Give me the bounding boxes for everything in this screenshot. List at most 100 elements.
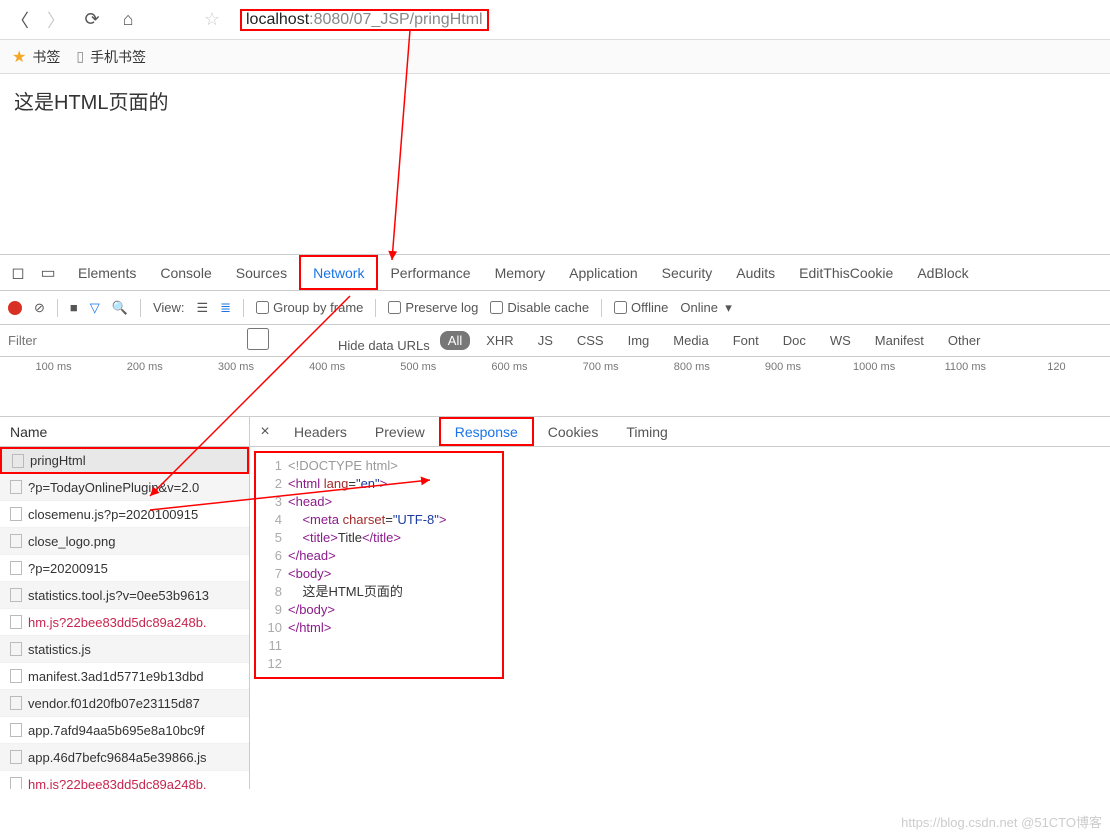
timeline-tick: 900 ms (737, 361, 828, 416)
file-icon (10, 507, 22, 521)
record-icon[interactable] (8, 301, 22, 315)
hide-data-urls-checkbox[interactable]: Hide data URLs (178, 328, 430, 353)
request-row[interactable]: app.46d7befc9684a5e39866.js (0, 744, 249, 771)
request-name: closemenu.js?p=2020100915 (28, 507, 198, 522)
request-row[interactable]: hm.js?22bee83dd5dc89a248b. (0, 771, 249, 789)
file-icon (10, 723, 22, 737)
url-rest: :8080/07_JSP/pringHtml (309, 11, 482, 28)
request-row[interactable]: statistics.tool.js?v=0ee53b9613 (0, 582, 249, 609)
bookmark-label: 书签 (32, 47, 60, 67)
filter-chip-css[interactable]: CSS (569, 331, 612, 350)
preserve-log-checkbox[interactable]: Preserve log (388, 300, 478, 315)
devtools-tab-adblock[interactable]: AdBlock (905, 255, 980, 290)
request-list-header: Name (0, 417, 249, 447)
request-name: hm.js?22bee83dd5dc89a248b. (28, 615, 207, 630)
watermark: https://blog.csdn.net @51CTO博客 (901, 812, 1102, 831)
file-icon (10, 669, 22, 683)
filter-chip-manifest[interactable]: Manifest (867, 331, 932, 350)
devtools-tab-audits[interactable]: Audits (724, 255, 787, 290)
request-name: ?p=20200915 (28, 561, 108, 576)
request-row[interactable]: app.7afd94aa5b695e8a10bc9f (0, 717, 249, 744)
filter-chip-font[interactable]: Font (725, 331, 767, 350)
filter-chip-js[interactable]: JS (530, 331, 561, 350)
devtools-tab-performance[interactable]: Performance (378, 255, 482, 290)
offline-checkbox[interactable]: Offline (614, 300, 668, 315)
devtools-tab-security[interactable]: Security (650, 255, 725, 290)
request-row[interactable]: vendor.f01d20fb07e23115d87 (0, 690, 249, 717)
forward-icon[interactable]: 〉 (42, 6, 70, 34)
network-split: Name pringHtml ?p=TodayOnlinePlugin&v=2.0… (0, 417, 1110, 789)
online-select[interactable]: Online ▾ (680, 300, 731, 316)
view-label: View: (153, 300, 185, 315)
request-name: pringHtml (30, 453, 86, 468)
clear-icon[interactable]: ⊘ (34, 300, 45, 316)
filter-chip-all[interactable]: All (440, 331, 470, 350)
url-bar[interactable]: localhost:8080/07_JSP/pringHtml (234, 6, 1104, 34)
file-icon (10, 642, 22, 656)
filter-chip-img[interactable]: Img (620, 331, 658, 350)
filter-input[interactable] (8, 330, 168, 352)
browser-nav-bar: 〈 〉 ⟳ ⌂ ☆ localhost:8080/07_JSP/pringHtm… (0, 0, 1110, 40)
request-row[interactable]: closemenu.js?p=2020100915 (0, 501, 249, 528)
inspect-icon[interactable]: ◻ (6, 263, 30, 283)
request-row[interactable]: manifest.3ad1d5771e9b13dbd (0, 663, 249, 690)
url-host: localhost (246, 11, 309, 28)
request-row[interactable]: pringHtml (0, 447, 249, 474)
device-toggle-icon[interactable]: ▭ (36, 263, 60, 283)
home-icon[interactable]: ⌂ (114, 6, 142, 34)
devtools-tab-sources[interactable]: Sources (224, 255, 299, 290)
detail-tab-preview[interactable]: Preview (361, 417, 439, 446)
waterfall-view-icon[interactable]: ≣ (220, 300, 231, 316)
timeline-tick: 700 ms (555, 361, 646, 416)
search-icon[interactable]: 🔍 (112, 300, 128, 316)
request-row[interactable]: statistics.js (0, 636, 249, 663)
request-name: vendor.f01d20fb07e23115d87 (28, 696, 200, 711)
devtools-tab-network[interactable]: Network (299, 255, 378, 290)
devtools: ◻ ▭ ElementsConsoleSourcesNetworkPerform… (0, 254, 1110, 789)
devtools-tab-application[interactable]: Application (557, 255, 650, 290)
detail-tab-cookies[interactable]: Cookies (534, 417, 613, 446)
detail-tab-response[interactable]: Response (439, 417, 534, 446)
filter-chip-ws[interactable]: WS (822, 331, 859, 350)
detail-tab-timing[interactable]: Timing (612, 417, 682, 446)
filter-chip-other[interactable]: Other (940, 331, 989, 350)
file-icon (12, 454, 24, 468)
filter-chip-media[interactable]: Media (665, 331, 716, 350)
close-icon[interactable]: × (250, 423, 280, 441)
camera-icon[interactable]: ■ (70, 300, 78, 315)
request-name: app.7afd94aa5b695e8a10bc9f (28, 723, 204, 738)
detail-panel: × HeadersPreviewResponseCookiesTiming 12… (250, 417, 1110, 789)
disable-cache-checkbox[interactable]: Disable cache (490, 300, 589, 315)
back-icon[interactable]: 〈 (6, 6, 34, 34)
filter-icon[interactable]: ▽ (90, 300, 100, 316)
request-name: statistics.js (28, 642, 91, 657)
list-view-icon[interactable]: ☰ (197, 300, 209, 316)
request-name: ?p=TodayOnlinePlugin&v=2.0 (28, 480, 199, 495)
request-row[interactable]: hm.js?22bee83dd5dc89a248b. (0, 609, 249, 636)
devtools-tab-memory[interactable]: Memory (483, 255, 558, 290)
filter-chip-doc[interactable]: Doc (775, 331, 814, 350)
devtools-tab-console[interactable]: Console (148, 255, 223, 290)
file-icon (10, 480, 22, 494)
group-by-frame-checkbox[interactable]: Group by frame (256, 300, 363, 315)
detail-tab-headers[interactable]: Headers (280, 417, 361, 446)
timeline-tick: 600 ms (464, 361, 555, 416)
request-name: app.46d7befc9684a5e39866.js (28, 750, 207, 765)
reload-icon[interactable]: ⟳ (78, 6, 106, 34)
filter-chip-xhr[interactable]: XHR (478, 331, 521, 350)
response-code: 123456789101112 <!DOCTYPE html><html lan… (254, 451, 504, 679)
request-name: hm.js?22bee83dd5dc89a248b. (28, 777, 207, 790)
request-row[interactable]: ?p=20200915 (0, 555, 249, 582)
devtools-tab-editthiscookie[interactable]: EditThisCookie (787, 255, 905, 290)
file-icon (10, 561, 22, 575)
devtools-tab-elements[interactable]: Elements (66, 255, 148, 290)
bookmark-item[interactable]: ★ 书签 (12, 47, 60, 67)
request-row[interactable]: ?p=TodayOnlinePlugin&v=2.0 (0, 474, 249, 501)
network-timeline[interactable]: 100 ms200 ms300 ms400 ms500 ms600 ms700 … (0, 357, 1110, 417)
request-row[interactable]: close_logo.png (0, 528, 249, 555)
timeline-tick: 100 ms (8, 361, 99, 416)
star-outline-icon[interactable]: ☆ (198, 6, 226, 34)
timeline-tick: 200 ms (99, 361, 190, 416)
file-icon (10, 750, 22, 764)
bookmark-item[interactable]: ▯ 手机书签 (76, 47, 146, 67)
